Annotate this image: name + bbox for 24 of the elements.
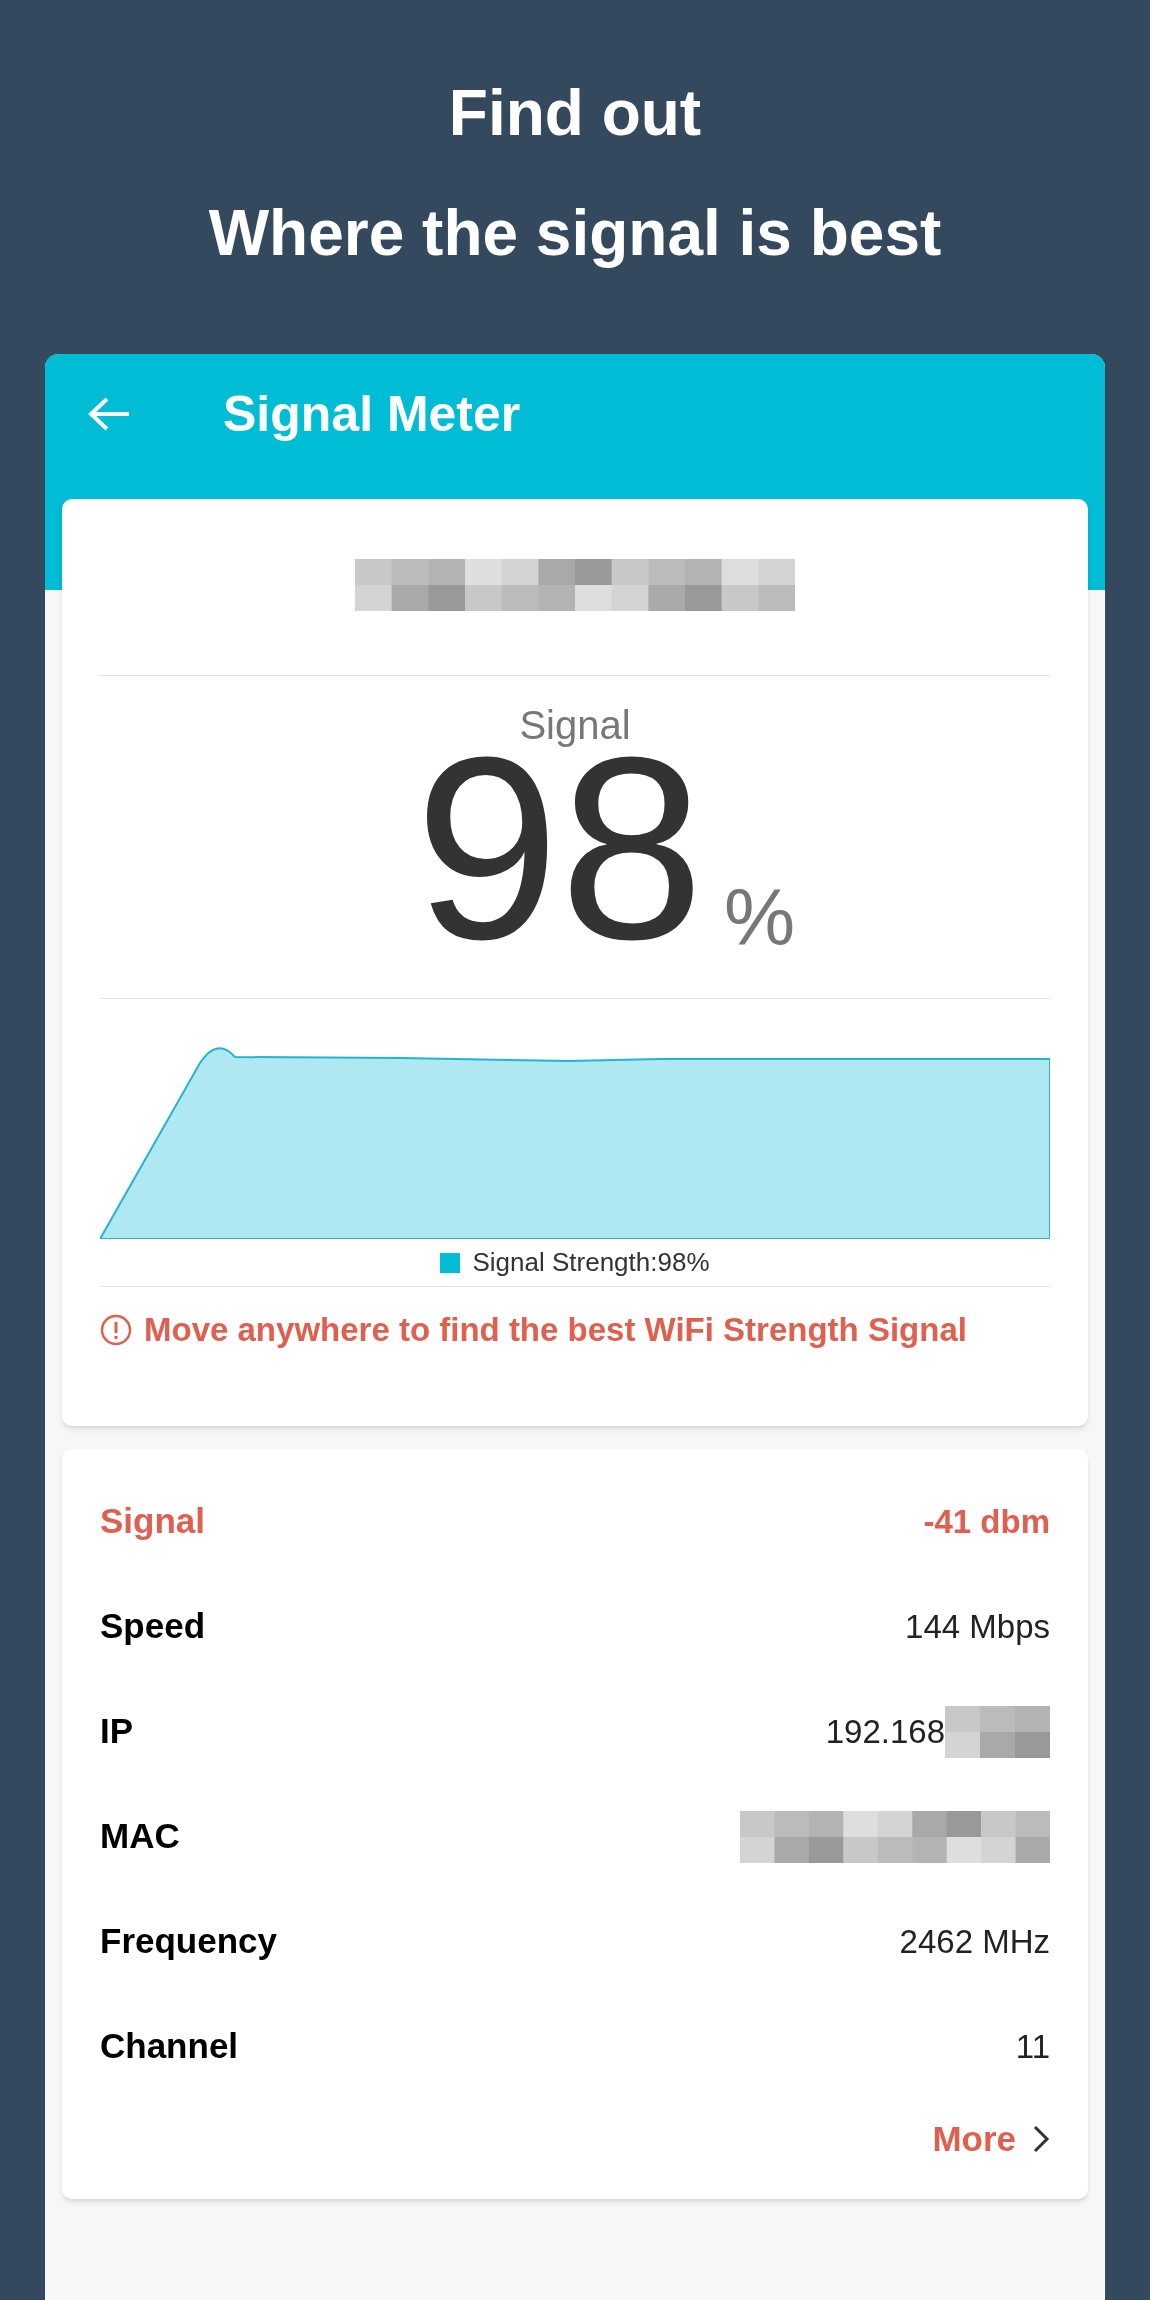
- detail-value: 192.168: [825, 1711, 945, 1752]
- back-icon[interactable]: [87, 396, 131, 432]
- heading-text: Find out: [448, 78, 702, 148]
- detail-value: 11: [1015, 2026, 1050, 2067]
- detail-value: 2462 MHz: [899, 1921, 1050, 1962]
- detail-label: MAC: [100, 1815, 180, 1858]
- detail-value: 144 Mbps: [905, 1606, 1050, 1647]
- detail-value: -41 dbm: [923, 1501, 1050, 1542]
- more-link[interactable]: More: [932, 2099, 1050, 2179]
- detail-label: Frequency: [100, 1920, 277, 1963]
- chevron-right-icon: [1032, 2124, 1050, 2154]
- detail-label: Channel: [100, 2025, 239, 2068]
- signal-label: Signal: [519, 702, 631, 749]
- detail-label: IP: [100, 1710, 134, 1753]
- legend-label: Signal Strength:98%: [472, 1246, 710, 1279]
- heading-text: Where the signal is best: [208, 198, 942, 268]
- warning-message: Move anywhere to find the best WiFi Strength Signal: [144, 1310, 967, 1350]
- signal-unit: %: [724, 878, 796, 958]
- legend-icon: [440, 1252, 461, 1273]
- detail-label: Speed: [100, 1605, 206, 1648]
- signal-value: 98: [414, 748, 705, 948]
- screen-title: Signal Meter: [223, 385, 521, 444]
- warning-icon: [100, 1313, 132, 1346]
- detail-label: Signal: [100, 1500, 206, 1543]
